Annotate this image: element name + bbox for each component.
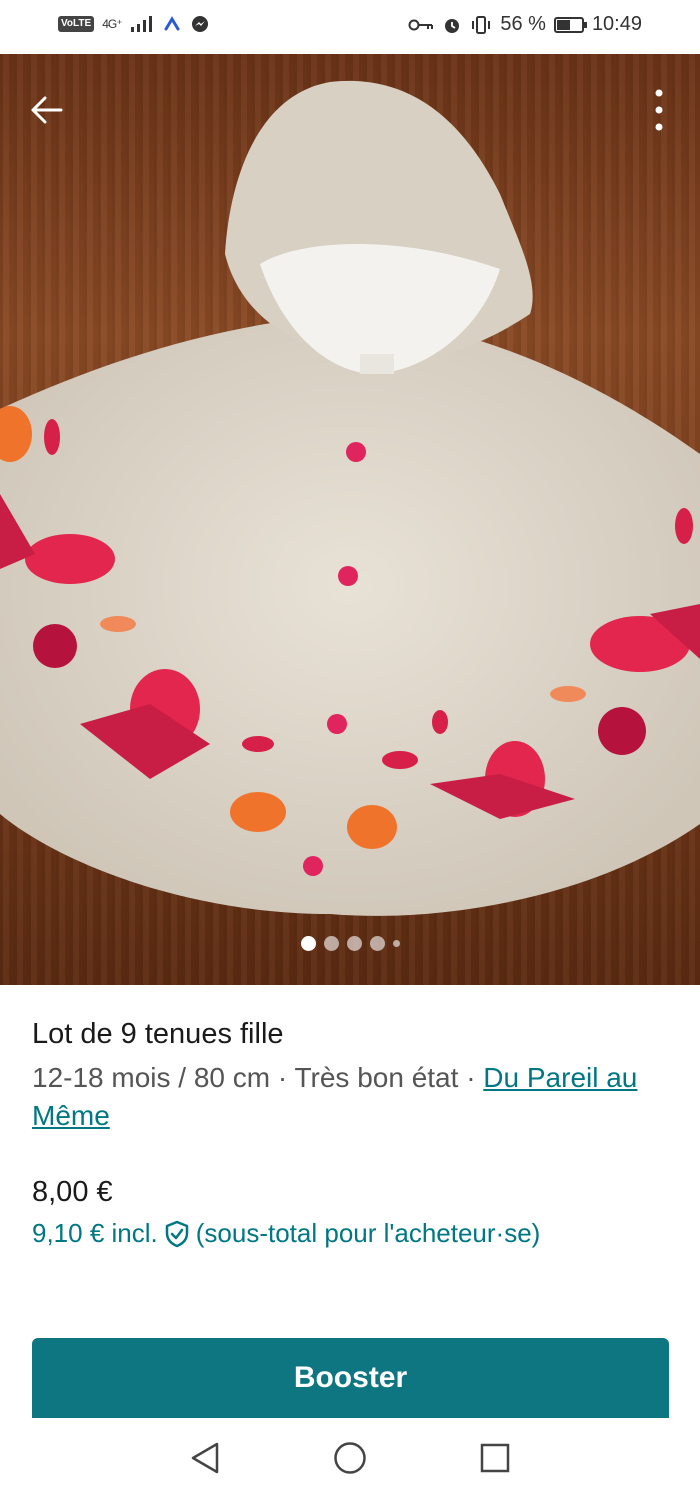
listing-title: Lot de 9 tenues fille — [32, 1018, 284, 1050]
listing-photo[interactable] — [0, 54, 700, 985]
network-type: 4G⁺ — [102, 17, 122, 31]
key-icon — [408, 19, 434, 30]
price: 8,00 € — [32, 1176, 113, 1208]
nav-recents-button[interactable] — [475, 1438, 515, 1478]
price-incl-note: (sous-total pour l'acheteur·se) — [195, 1218, 541, 1248]
clock: 10:49 — [591, 13, 642, 35]
nav-back-icon — [191, 1442, 219, 1474]
listing-info: Lot de 9 tenues fille 12-18 mois / 80 cm… — [32, 1018, 668, 1135]
status-left: VoLTE 4G⁺ — [58, 14, 210, 34]
alarm-icon — [445, 18, 460, 33]
status-right: 56 % 10:49 — [408, 13, 642, 36]
nav-home-icon — [334, 1442, 366, 1474]
shield-check-icon — [165, 1220, 188, 1247]
more-vertical-icon — [655, 89, 663, 131]
gallery-dot[interactable] — [300, 936, 316, 951]
nav-recents-icon — [480, 1443, 510, 1473]
messenger-icon — [191, 16, 208, 32]
gallery-dot[interactable] — [369, 936, 385, 951]
back-arrow-icon — [31, 96, 63, 124]
gallery-dot[interactable] — [346, 936, 362, 951]
gallery-dot[interactable] — [323, 936, 339, 951]
volte-badge: VoLTE — [58, 16, 95, 32]
nav-back-button[interactable] — [185, 1438, 225, 1478]
back-button[interactable] — [24, 88, 68, 132]
gallery-dot[interactable] — [392, 940, 400, 947]
buyer-price-info[interactable]: 9,10 € incl. (sous-total pour l'acheteur… — [32, 1218, 540, 1249]
system-nav-bar — [0, 1418, 700, 1498]
battery-percent: 56 % — [500, 13, 546, 35]
boost-button[interactable]: Booster — [32, 1338, 669, 1418]
gallery-indicator[interactable] — [0, 936, 700, 951]
more-options-button[interactable] — [644, 86, 674, 134]
status-bar: VoLTE 4G⁺ 56 % 10:49 — [0, 0, 700, 54]
signal-icon — [130, 16, 152, 32]
vibrate-icon — [472, 15, 491, 34]
listing-details: 12-18 mois / 80 cm · Très bon état · Du … — [32, 1059, 668, 1135]
nav-home-button[interactable] — [330, 1438, 370, 1478]
price-incl: 9,10 € incl. — [32, 1218, 158, 1248]
poncho-illustration — [0, 80, 700, 916]
battery-icon — [553, 16, 587, 33]
listing-size-condition: 12-18 mois / 80 cm · Très bon état · — [32, 1062, 484, 1093]
app-notification-icon — [164, 16, 180, 31]
